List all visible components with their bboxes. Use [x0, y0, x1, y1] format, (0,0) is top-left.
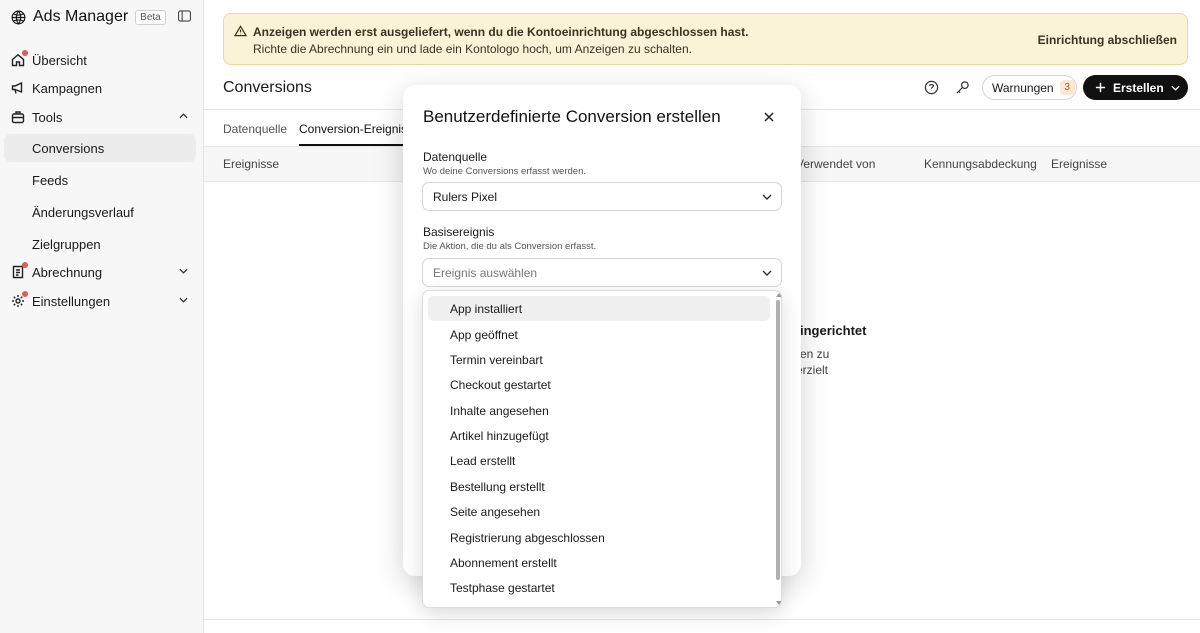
sidebar-item-conversions[interactable]: Conversions	[4, 134, 196, 162]
sidebar-item-overview[interactable]: Übersicht	[4, 46, 196, 74]
sidebar-item-settings[interactable]: Einstellungen	[4, 287, 196, 315]
base-event-label: Basisereignis	[423, 225, 495, 239]
data-source-select[interactable]: Rulers Pixel	[422, 182, 782, 211]
plus-icon	[1095, 82, 1106, 93]
sidebar-item-label: Änderungsverlauf	[32, 205, 134, 220]
dropdown-option[interactable]: Lead erstellt	[428, 448, 770, 473]
dropdown-option[interactable]: Seite angesehen	[428, 499, 770, 524]
scrollbar-thumb[interactable]	[776, 300, 780, 580]
logo-icon	[11, 10, 26, 24]
dropdown-option[interactable]: Artikel hinzugefügt	[428, 423, 770, 448]
option-label: Termin vereinbart	[450, 353, 543, 367]
help-icon[interactable]	[924, 80, 939, 95]
dropdown-option[interactable]: Testphase gestartet	[428, 575, 770, 600]
base-event-select[interactable]: Ereignis auswählen	[422, 258, 782, 287]
base-event-dropdown[interactable]: App installiert App geöffnet Termin vere…	[422, 290, 782, 608]
empty-state-text: en zu	[800, 347, 830, 361]
dropdown-option[interactable]: Bestellung erstellt	[428, 474, 770, 499]
create-button[interactable]: Erstellen	[1083, 75, 1188, 100]
dropdown-option[interactable]: Termin vereinbart	[428, 347, 770, 372]
option-label: Abonnement erstellt	[450, 556, 557, 570]
empty-state-title: ingerichtet	[800, 323, 867, 338]
option-label: Inhalte angesehen	[450, 404, 549, 418]
column-header-id-coverage[interactable]: Kennungsabdeckung	[924, 157, 1037, 171]
sidebar-item-tools[interactable]: Tools	[4, 103, 196, 131]
chevron-up-icon	[179, 113, 188, 119]
dropdown-option[interactable]: Abonnement erstellt	[428, 550, 770, 575]
sidebar-item-campaigns[interactable]: Kampagnen	[4, 74, 196, 102]
option-label: Bestellung erstellt	[450, 480, 545, 494]
sidebar-item-feeds[interactable]: Feeds	[4, 166, 196, 194]
sidebar-item-change-history[interactable]: Änderungsverlauf	[4, 198, 196, 226]
chevron-down-icon	[762, 270, 772, 276]
beta-badge: Beta	[135, 9, 166, 25]
page-title: Conversions	[223, 79, 312, 96]
data-source-label: Datenquelle	[423, 150, 488, 164]
sidebar-item-label: Feeds	[32, 173, 69, 188]
sidebar-toggle-icon[interactable]	[178, 10, 191, 22]
dropdown-option[interactable]: Inhalte angesehen	[428, 398, 770, 423]
sidebar-item-label: Abrechnung	[32, 265, 103, 280]
banner-text: Richte die Abrechnung ein und lade ein K…	[253, 42, 692, 56]
base-event-placeholder: Ereignis auswählen	[433, 266, 538, 280]
sidebar-item-label: Tools	[32, 110, 63, 125]
dialog-title: Benutzerdefinierte Conversion erstellen	[423, 107, 721, 126]
sidebar-item-label: Einstellungen	[32, 294, 111, 309]
sidebar-item-label: Übersicht	[32, 53, 87, 68]
scroll-up-arrow-icon[interactable]	[776, 293, 781, 297]
close-icon[interactable]	[764, 112, 774, 122]
chevron-down-icon	[762, 194, 772, 200]
warnings-label: Warnungen	[992, 80, 1054, 95]
column-header-used-by[interactable]: Verwendet von	[796, 157, 875, 171]
finish-setup-link[interactable]: Einrichtung abschließen	[1038, 33, 1177, 47]
chevron-down-icon	[179, 297, 188, 303]
warnings-button[interactable]: Warnungen 3	[982, 75, 1077, 100]
scroll-down-arrow-icon[interactable]	[776, 601, 781, 605]
option-label: App installiert	[450, 302, 523, 316]
dropdown-option[interactable]: App geöffnet	[428, 322, 770, 347]
base-event-help: Die Aktion, die du als Conversion erfass…	[423, 241, 597, 252]
key-icon[interactable]	[955, 80, 970, 95]
notification-dot	[22, 262, 28, 268]
sidebar: Ads Manager Beta Übersicht Kampagnen Too…	[0, 0, 204, 633]
option-label: Checkout gestartet	[450, 378, 551, 392]
notification-dot	[22, 50, 28, 56]
tab-data-source[interactable]: Datenquelle	[223, 122, 287, 136]
tab-conversion-events[interactable]: Conversion-Ereignisse	[299, 122, 420, 136]
create-label: Erstellen	[1113, 80, 1164, 95]
data-source-help: Wo deine Conversions erfasst werden.	[423, 166, 586, 177]
option-label: Testphase gestartet	[450, 581, 555, 595]
sidebar-item-audiences[interactable]: Zielgruppen	[4, 230, 196, 258]
chevron-down-icon	[179, 268, 188, 274]
sidebar-item-label: Kampagnen	[32, 81, 103, 96]
warnings-count-badge: 3	[1059, 80, 1075, 95]
sidebar-item-label: Conversions	[32, 141, 105, 156]
warning-icon	[234, 25, 247, 37]
option-label: Seite angesehen	[450, 505, 541, 519]
dropdown-option[interactable]: Registrierung abgeschlossen	[428, 525, 770, 550]
sidebar-item-label: Zielgruppen	[32, 237, 101, 252]
app-title: Ads Manager	[33, 8, 129, 25]
briefcase-icon	[11, 111, 25, 124]
chevron-down-icon	[1171, 85, 1180, 91]
data-source-value: Rulers Pixel	[433, 190, 498, 204]
dropdown-option[interactable]: Checkout gestartet	[428, 372, 770, 397]
option-label: Lead erstellt	[450, 454, 516, 468]
notification-dot	[22, 291, 28, 297]
column-header-events[interactable]: Ereignisse	[223, 157, 279, 171]
option-label: Artikel hinzugefügt	[450, 429, 549, 443]
setup-warning-banner: Anzeigen werden erst ausgeliefert, wenn …	[223, 13, 1188, 65]
option-label: Registrierung abgeschlossen	[450, 531, 605, 545]
table-bottom-divider	[204, 619, 1200, 620]
sidebar-item-billing[interactable]: Abrechnung	[4, 258, 196, 286]
brand[interactable]: Ads Manager Beta	[10, 6, 166, 28]
banner-title: Anzeigen werden erst ausgeliefert, wenn …	[253, 25, 749, 39]
dropdown-option[interactable]: App installiert	[428, 296, 770, 321]
column-header-event-count[interactable]: Ereignisse	[1051, 157, 1107, 171]
option-label: App geöffnet	[450, 328, 518, 342]
megaphone-icon	[11, 81, 23, 94]
